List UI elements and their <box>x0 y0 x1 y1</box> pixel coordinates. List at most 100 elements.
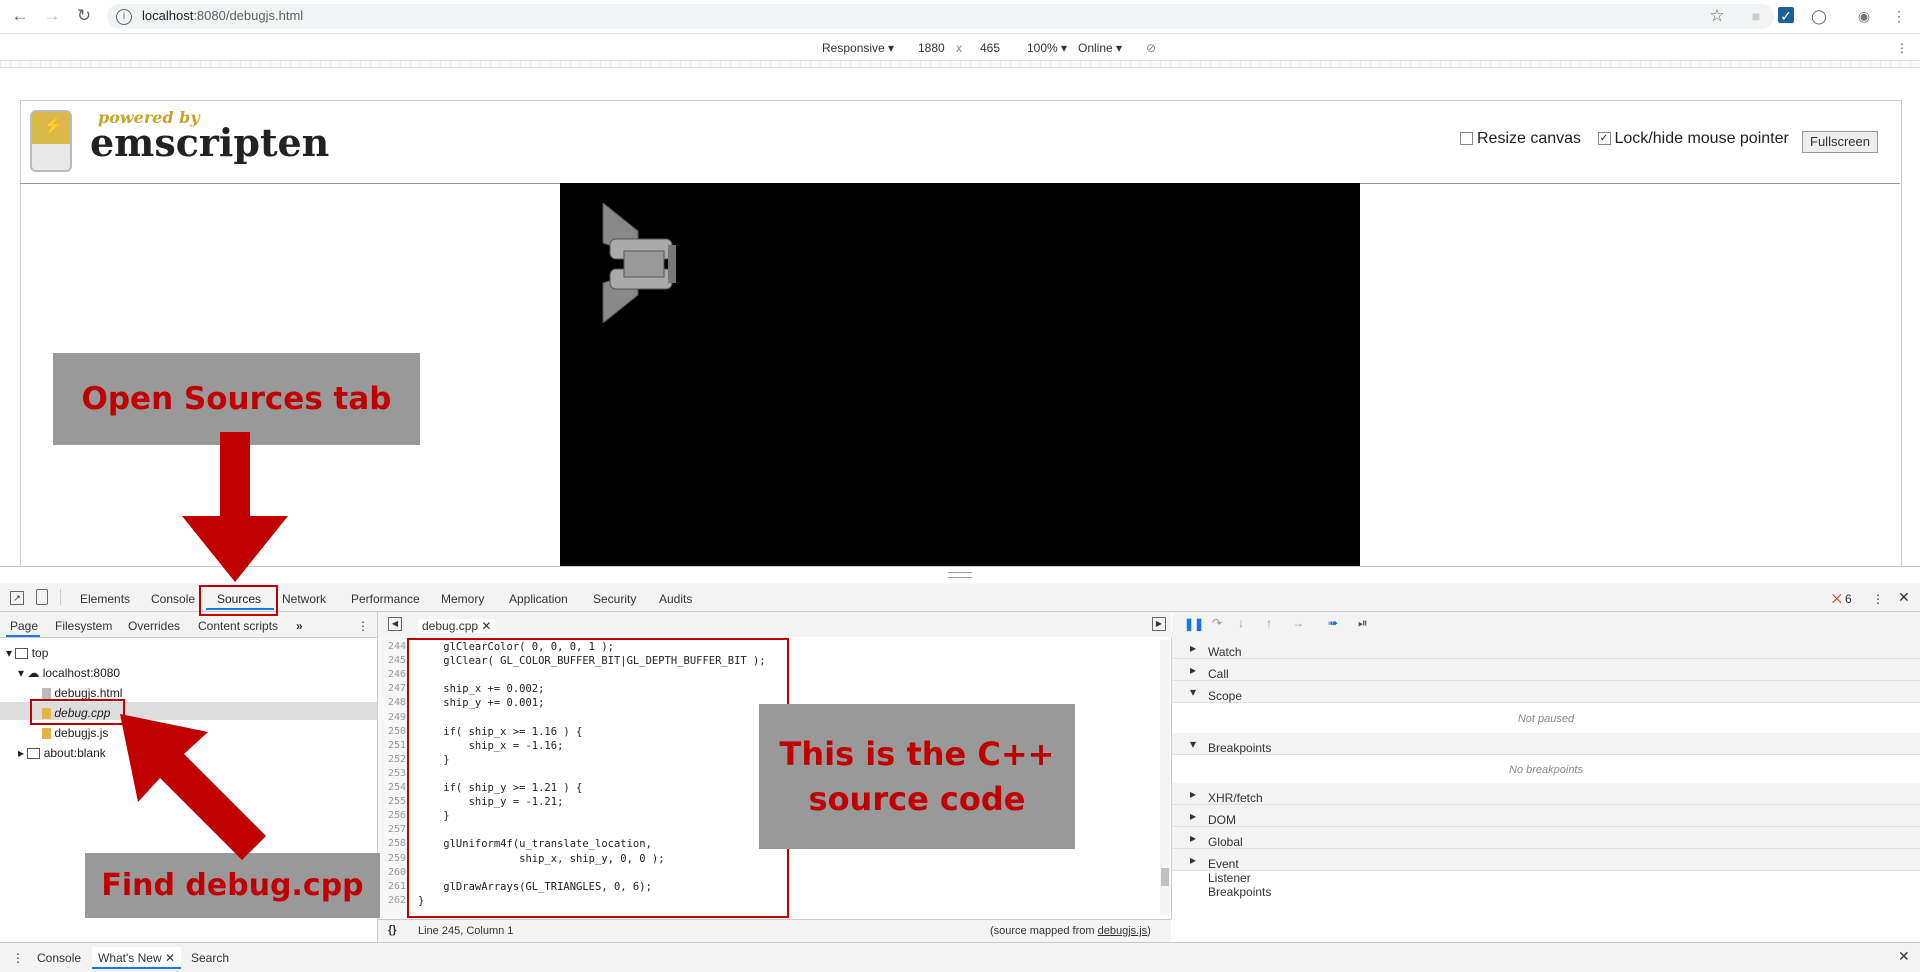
section-event-listener-breakpoints[interactable]: ▸ Event Listener Breakpoints <box>1172 849 1920 899</box>
line-number[interactable]: 254 <box>380 782 406 793</box>
line-number[interactable]: 256 <box>380 810 406 821</box>
profile-avatar-icon[interactable]: ◉ <box>1855 7 1873 25</box>
chrome-menu-icon[interactable]: ⋮ <box>1890 7 1908 25</box>
navigator-menu-icon[interactable]: ⋮ <box>357 619 369 633</box>
tree-file-debugjs-html[interactable]: debugjs.html <box>42 686 122 700</box>
inspect-element-icon[interactable]: ↗ <box>10 591 24 605</box>
drawer-tab-console[interactable]: Console <box>37 951 81 965</box>
nav-tab-filesystem[interactable]: Filesystem <box>55 619 112 633</box>
device-height-input[interactable]: 465 <box>980 41 1000 55</box>
device-toggle-icon[interactable] <box>36 589 48 605</box>
tab-console[interactable]: Console <box>151 592 195 606</box>
close-devtools-icon[interactable]: ✕ <box>1898 589 1910 606</box>
error-icon[interactable]: ⨉ <box>1832 592 1842 607</box>
navigator-tab-bar: Page Filesystem Overrides Content script… <box>0 612 378 638</box>
line-number[interactable]: 245 <box>380 655 406 666</box>
section-global-listeners[interactable]: ▸ Global Listeners <box>1172 827 1920 863</box>
line-number[interactable]: 253 <box>380 768 406 779</box>
tree-node-about-blank[interactable]: ▸ about:blank <box>18 746 106 760</box>
editor-tab-debug-cpp[interactable]: debug.cpp ✕ <box>418 619 496 633</box>
bookmark-star-icon[interactable]: ☆ <box>1708 7 1726 25</box>
drawer-menu-icon[interactable]: ⋮ <box>12 951 24 965</box>
scrollbar-thumb[interactable] <box>1161 868 1169 886</box>
line-number[interactable]: 252 <box>380 754 406 765</box>
tab-performance[interactable]: Performance <box>351 592 420 606</box>
drawer-tab-search[interactable]: Search <box>191 951 229 965</box>
callout-cpp-line2: source code <box>808 779 1026 818</box>
line-number[interactable]: 246 <box>380 669 406 680</box>
network-throttle-select[interactable]: Online ▾ <box>1078 41 1122 55</box>
step-out-icon[interactable]: ↑ <box>1266 616 1272 630</box>
source-map-prefix: (source mapped from <box>990 925 1098 937</box>
fullscreen-button[interactable]: Fullscreen <box>1802 131 1878 153</box>
tab-security[interactable]: Security <box>593 592 636 606</box>
tab-application[interactable]: Application <box>509 592 568 606</box>
tab-memory[interactable]: Memory <box>441 592 484 606</box>
forward-icon[interactable]: → <box>42 6 62 26</box>
deactivate-breakpoints-icon[interactable]: ➠ <box>1328 616 1338 630</box>
resize-canvas-checkbox[interactable] <box>1460 132 1473 146</box>
address-bar[interactable] <box>107 4 1774 29</box>
nav-tab-overrides[interactable]: Overrides <box>128 619 180 633</box>
tree-node-host[interactable]: ▾ ☁ localhost:8080 <box>18 666 120 680</box>
pause-on-exceptions-icon[interactable]: ⏯ <box>1358 616 1368 631</box>
tree-file-debugjs-js[interactable]: debugjs.js <box>42 726 108 740</box>
drawer-tab-whats-new[interactable]: What's New ✕ <box>92 947 182 969</box>
line-number[interactable]: 248 <box>380 697 406 708</box>
tab-elements[interactable]: Elements <box>80 592 130 606</box>
reload-icon[interactable]: ↻ <box>74 6 94 26</box>
checkmark-extension-icon[interactable]: ✓ <box>1778 7 1794 24</box>
line-number[interactable]: 257 <box>380 824 406 835</box>
more-tabs-icon[interactable]: » <box>296 619 303 633</box>
line-number[interactable]: 247 <box>380 683 406 694</box>
line-number[interactable]: 244 <box>380 641 406 652</box>
source-map-link[interactable]: debugjs.js <box>1098 925 1148 937</box>
close-drawer-icon[interactable]: ✕ <box>1898 948 1910 965</box>
line-number[interactable]: 258 <box>380 838 406 849</box>
toggle-debugger-icon[interactable]: ▶ <box>1152 617 1166 631</box>
line-number[interactable]: 255 <box>380 796 406 807</box>
section-xhr-breakpoints[interactable]: ▸ XHR/fetch Breakpoints <box>1172 783 1920 819</box>
line-number[interactable]: 251 <box>380 740 406 751</box>
close-drawer-tab-icon[interactable]: ✕ <box>165 951 175 965</box>
info-icon[interactable]: i <box>116 9 132 25</box>
tab-audits[interactable]: Audits <box>659 592 692 606</box>
pretty-print-icon[interactable]: {} <box>388 924 397 936</box>
zoom-select[interactable]: 100% ▾ <box>1027 41 1067 55</box>
nav-tab-content-scripts[interactable]: Content scripts <box>198 619 278 633</box>
game-canvas[interactable] <box>560 183 1360 566</box>
devtools-menu-icon[interactable]: ⋮ <box>1872 592 1884 606</box>
line-number[interactable]: 259 <box>380 853 406 864</box>
back-icon[interactable]: ← <box>10 6 30 26</box>
section-call-stack[interactable]: ▸ Call Stack <box>1172 659 1920 695</box>
pause-icon[interactable]: ❚❚ <box>1184 617 1204 631</box>
extension-icon[interactable]: ■ <box>1747 7 1765 25</box>
section-dom-breakpoints[interactable]: ▸ DOM Breakpoints <box>1172 805 1920 841</box>
file-label: debugjs.js <box>54 726 109 740</box>
line-number[interactable]: 249 <box>380 712 406 723</box>
section-watch[interactable]: ▸ Watch <box>1172 637 1920 659</box>
line-number[interactable]: 261 <box>380 881 406 892</box>
step-into-icon[interactable]: ↓ <box>1238 616 1244 630</box>
error-count[interactable]: 6 <box>1845 592 1852 606</box>
device-toolbar-menu-icon[interactable]: ⋮ <box>1896 41 1908 55</box>
device-width-input[interactable]: 1880 <box>918 41 945 55</box>
tab-network[interactable]: Network <box>282 592 326 606</box>
debugger-toolbar: ❚❚ ↷ ↓ ↑ → ➠ ⏯ <box>1172 612 1920 638</box>
device-mode-select[interactable]: Responsive ▾ <box>822 41 894 55</box>
section-breakpoints[interactable]: ▾ Breakpoints <box>1172 733 1920 755</box>
section-scope[interactable]: ▾ Scope <box>1172 681 1920 703</box>
toggle-navigator-icon[interactable]: ◀ <box>388 617 402 631</box>
step-over-icon[interactable]: ↷ <box>1212 616 1222 630</box>
grammar-extension-icon[interactable]: ◯ <box>1810 7 1828 25</box>
rotate-icon[interactable]: ⊘ <box>1146 41 1156 55</box>
line-number[interactable]: 262 <box>380 895 406 906</box>
close-tab-icon[interactable]: ✕ <box>481 619 491 633</box>
line-number[interactable]: 250 <box>380 726 406 737</box>
editor-scrollbar[interactable] <box>1160 640 1170 916</box>
tree-node-top[interactable]: ▾ top <box>6 646 48 660</box>
step-icon[interactable]: → <box>1292 616 1304 630</box>
nav-tab-page[interactable]: Page <box>10 619 38 633</box>
line-number[interactable]: 260 <box>380 867 406 878</box>
lock-pointer-checkbox[interactable]: ✓ <box>1597 132 1611 146</box>
